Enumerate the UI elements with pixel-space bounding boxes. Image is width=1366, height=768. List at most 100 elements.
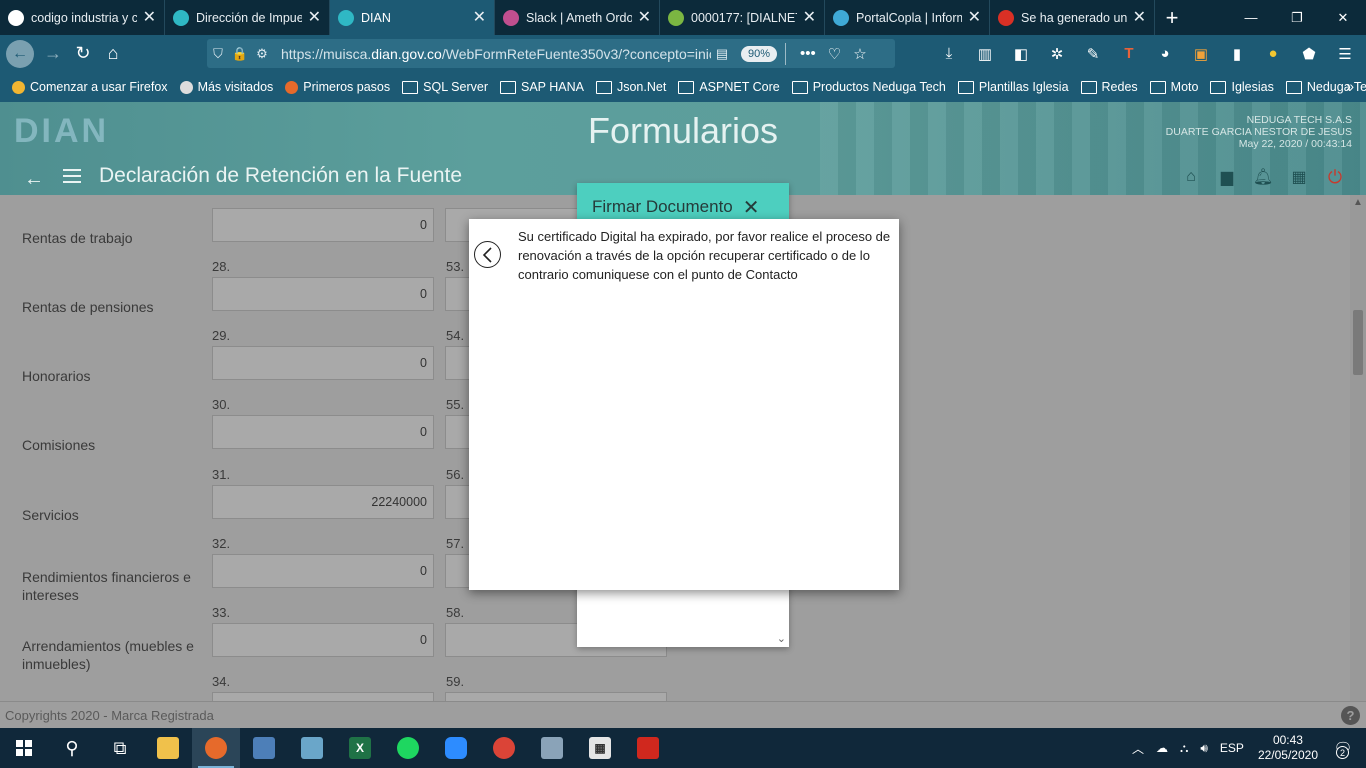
extension-gear-icon[interactable]: ✲ xyxy=(1044,39,1070,68)
browser-tab[interactable]: DIAN ✕ xyxy=(330,0,495,35)
amount-input[interactable]: 0 xyxy=(212,346,434,380)
close-tab-icon[interactable]: ✕ xyxy=(968,9,981,26)
permissions-icon[interactable]: ⚙ xyxy=(251,46,273,62)
bookmark-item[interactable]: SQL Server xyxy=(402,80,488,94)
acrobat-icon[interactable] xyxy=(624,728,672,768)
amount-input[interactable]: 22240000 xyxy=(212,485,434,519)
windows-start-icon[interactable] xyxy=(0,728,48,768)
bookmark-star-icon[interactable]: ☆ xyxy=(853,45,866,63)
reload-button[interactable]: ↻ xyxy=(68,39,98,69)
chrome-icon[interactable] xyxy=(480,728,528,768)
back-circle-icon[interactable] xyxy=(474,241,501,268)
page-scrollbar[interactable]: ▲ xyxy=(1350,195,1366,701)
volume-icon[interactable]: 🔊︎ xyxy=(1200,741,1208,756)
zoom-level[interactable]: 90% xyxy=(741,45,778,62)
amount-input[interactable]: 0 xyxy=(212,277,434,311)
network-tray-icon[interactable]: ⛬ xyxy=(1180,741,1188,756)
extension-yellow-icon[interactable]: ● xyxy=(1260,39,1286,68)
notepad-icon[interactable] xyxy=(288,728,336,768)
reader-view-icon[interactable]: ▤ xyxy=(711,46,733,62)
bookmark-item[interactable]: Redes xyxy=(1080,80,1138,94)
url-bar[interactable]: ⛉ 🔒 ⚙ https://muisca.dian.gov.co/WebForm… xyxy=(207,39,895,68)
amount-input[interactable]: 0 xyxy=(445,692,667,701)
file-explorer-icon[interactable] xyxy=(144,728,192,768)
home-icon[interactable]: ⌂ xyxy=(1180,166,1202,188)
bookmark-item[interactable]: Productos Neduga Tech xyxy=(791,80,946,94)
close-tab-icon[interactable]: ✕ xyxy=(803,9,816,26)
close-tab-icon[interactable]: ✕ xyxy=(473,9,486,26)
more-bookmarks-icon[interactable]: » xyxy=(1346,78,1354,94)
lock-icon[interactable]: 🔒 xyxy=(229,46,251,62)
bookmark-item[interactable]: ASPNET Core xyxy=(678,80,780,94)
spotify-icon[interactable] xyxy=(384,728,432,768)
hamburger-menu-icon[interactable] xyxy=(63,169,81,187)
sidebar-icon[interactable]: ◧ xyxy=(1008,39,1034,68)
url-text[interactable]: https://muisca.dian.gov.co/WebFormReteFu… xyxy=(281,46,711,62)
back-arrow-icon[interactable]: ← xyxy=(24,168,44,191)
bookmark-item[interactable]: Moto xyxy=(1149,80,1198,94)
close-tab-icon[interactable]: ✕ xyxy=(638,9,651,26)
close-tab-icon[interactable]: ✕ xyxy=(308,9,321,26)
bookmark-item[interactable]: SAP HANA xyxy=(499,80,584,94)
extension-t-icon[interactable]: T xyxy=(1116,39,1142,68)
more-actions-icon[interactable]: ••• xyxy=(800,45,816,63)
pocket-icon[interactable]: ♡ xyxy=(828,45,841,63)
browser-tab[interactable]: PortalCopla | Inform ✕ xyxy=(825,0,990,35)
search-icon[interactable]: ⚲ xyxy=(48,728,96,768)
home-button[interactable]: ⌂ xyxy=(98,39,128,69)
close-window-icon[interactable]: ✕ xyxy=(1320,0,1366,35)
close-tab-icon[interactable]: ✕ xyxy=(1133,9,1146,26)
amount-input[interactable]: 0 xyxy=(212,623,434,657)
close-icon[interactable]: ✕ xyxy=(743,195,760,220)
scroll-up-icon[interactable]: ▲ xyxy=(1353,197,1363,208)
extension-shield-icon[interactable]: ⬟ xyxy=(1296,39,1322,68)
new-tab-button[interactable]: + xyxy=(1155,0,1189,35)
scrollbar-thumb[interactable] xyxy=(1353,310,1363,375)
calendar-icon[interactable]: ▦ xyxy=(1288,166,1310,188)
menu-icon[interactable]: ☰ xyxy=(1332,39,1358,68)
bookmark-item[interactable]: Iglesias xyxy=(1210,80,1274,94)
forward-button[interactable]: → xyxy=(38,39,68,69)
back-button[interactable]: ← xyxy=(6,39,34,68)
tray-chevron-icon[interactable]: ︿ xyxy=(1132,740,1144,757)
task-manager-icon[interactable] xyxy=(528,728,576,768)
bookmark-item[interactable]: Primeros pasos xyxy=(285,80,390,94)
power-icon[interactable]: ⏻ xyxy=(1324,166,1346,188)
browser-tab[interactable]: codigo industria y c ✕ xyxy=(0,0,165,35)
remote-desktop-icon[interactable] xyxy=(240,728,288,768)
amount-input[interactable]: 0 xyxy=(212,208,434,242)
zoom-icon[interactable] xyxy=(432,728,480,768)
extension-book-icon[interactable]: ▮ xyxy=(1224,39,1250,68)
bookmark-item[interactable]: Comenzar a usar Firefox xyxy=(12,80,168,94)
bookmark-item[interactable]: Plantillas Iglesia xyxy=(957,80,1069,94)
bookmark-item[interactable]: Más visitados xyxy=(179,80,273,94)
chevron-down-icon[interactable]: ⌄ xyxy=(777,632,786,645)
language-indicator[interactable]: ESP xyxy=(1220,741,1244,755)
browser-tab[interactable]: Dirección de Impue ✕ xyxy=(165,0,330,35)
folder-icon[interactable]: ▆ xyxy=(1216,166,1238,188)
library-icon[interactable]: ▥ xyxy=(972,39,998,68)
close-tab-icon[interactable]: ✕ xyxy=(143,9,156,26)
extension-pen-icon[interactable]: ✎ xyxy=(1080,39,1106,68)
notifications-icon[interactable]: 🗨︎2 xyxy=(1328,733,1358,763)
firefox-icon[interactable] xyxy=(192,728,240,768)
help-icon[interactable]: ? xyxy=(1341,706,1360,725)
download-icon[interactable]: ⤓ xyxy=(936,39,962,68)
extension-orange-icon[interactable]: ▣ xyxy=(1188,39,1214,68)
bookmark-item[interactable]: Json.Net xyxy=(595,80,666,94)
extension-avatar-icon[interactable]: ◕ xyxy=(1152,39,1178,68)
restore-icon[interactable]: ❐ xyxy=(1274,0,1320,35)
clock[interactable]: 00:43 22/05/2020 xyxy=(1258,733,1318,763)
amount-input[interactable]: 0 xyxy=(212,554,434,588)
calculator-icon[interactable]: ▦ xyxy=(576,728,624,768)
minimize-icon[interactable]: — xyxy=(1228,0,1274,35)
onedrive-icon[interactable]: ☁ xyxy=(1156,741,1168,755)
amount-input[interactable]: 0 xyxy=(212,692,434,701)
excel-icon[interactable]: X xyxy=(336,728,384,768)
amount-input[interactable]: 0 xyxy=(212,415,434,449)
browser-tab[interactable]: Se ha generado un ✕ xyxy=(990,0,1155,35)
task-view-icon[interactable]: ⧉ xyxy=(96,728,144,768)
bell-icon[interactable]: 🔔︎ xyxy=(1252,166,1274,188)
shield-icon[interactable]: ⛉ xyxy=(207,46,229,62)
browser-tab[interactable]: 0000177: [DIALNET] ✕ xyxy=(660,0,825,35)
